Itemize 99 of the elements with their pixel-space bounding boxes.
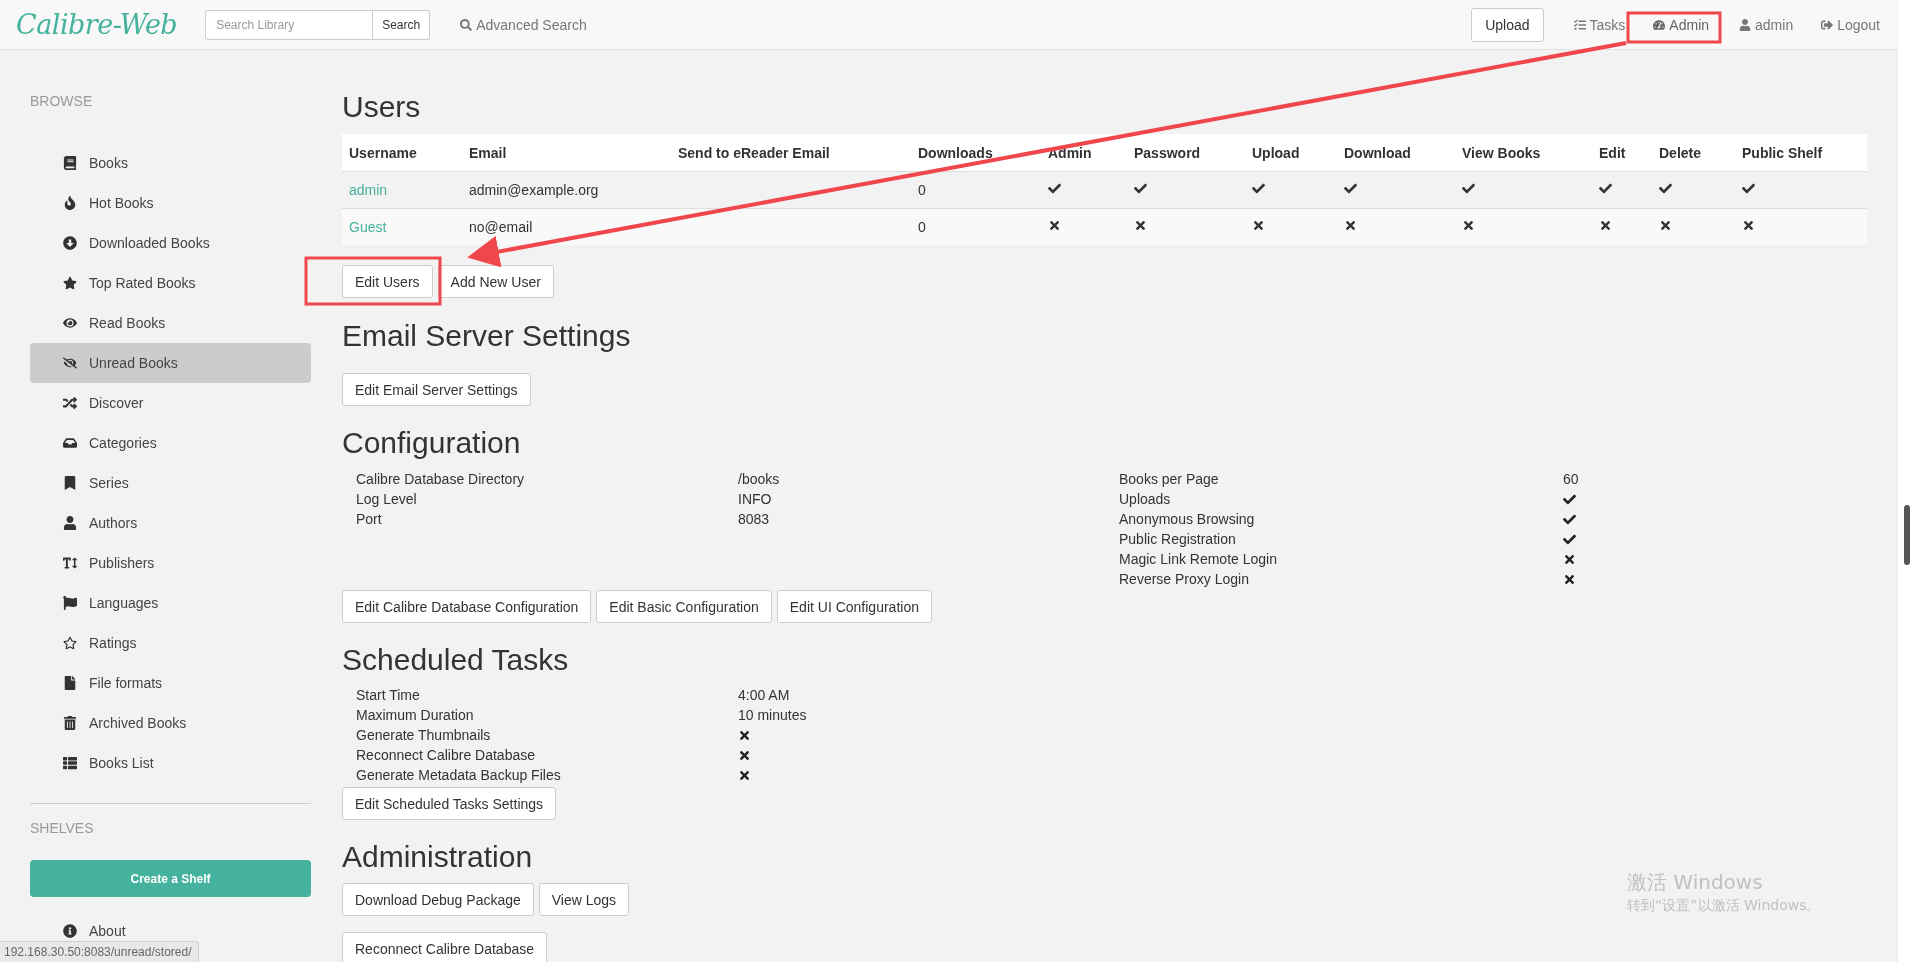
setting-label: Generate Metadata Backup Files xyxy=(356,766,562,785)
sidebar-item[interactable]: Archived Books xyxy=(30,703,311,743)
column-header: Public Shelf xyxy=(1735,134,1867,172)
column-header: Email xyxy=(462,134,671,172)
setting-label: Maximum Duration xyxy=(356,706,475,725)
action-button[interactable]: Edit UI Configuration xyxy=(776,590,932,623)
section-title: Scheduled Tasks xyxy=(342,642,569,678)
star-outline-icon xyxy=(63,636,77,650)
search-icon xyxy=(460,18,473,31)
sidebar-item[interactable]: Top Rated Books xyxy=(30,263,311,303)
status-url: 192.168.30.50:8083/unread/stored/ xyxy=(0,941,199,962)
column-header: Delete xyxy=(1652,134,1735,172)
inbox-icon xyxy=(63,436,77,450)
section-title: Administration xyxy=(342,839,533,875)
section-heading: BROWSE xyxy=(30,93,94,111)
section-heading: SHELVES xyxy=(30,820,95,838)
setting-value: 10 minutes xyxy=(738,706,808,725)
book-icon xyxy=(63,156,77,170)
shuffle-icon xyxy=(63,396,77,410)
upload-button[interactable]: Upload xyxy=(1471,7,1544,42)
setting-label: Books per Page xyxy=(1119,470,1220,489)
table-cell: 0 xyxy=(918,182,926,198)
nav-link[interactable]: Admin xyxy=(1653,16,1710,33)
text-height-icon xyxy=(63,556,77,570)
sidebar-item[interactable]: Books List xyxy=(30,743,311,783)
column-header: Download xyxy=(1337,134,1455,172)
column-header: View Books xyxy=(1455,134,1592,172)
action-button[interactable]: Edit Email Server Settings xyxy=(342,373,531,406)
setting-label: Public Registration xyxy=(1119,530,1237,549)
nav-link[interactable]: Tasks xyxy=(1573,16,1626,33)
search-button[interactable]: Search xyxy=(373,9,431,40)
setting-value: /books xyxy=(738,470,781,489)
action-button[interactable]: Reconnect Calibre Database xyxy=(342,932,547,962)
sidebar-item[interactable]: Unread Books xyxy=(30,343,311,383)
action-button[interactable]: Edit Calibre Database Configuration xyxy=(342,590,592,623)
sidebar-item[interactable]: Downloaded Books xyxy=(30,223,311,263)
table-cell: 0 xyxy=(918,219,926,235)
setting-label: Generate Thumbnails xyxy=(356,726,492,745)
eye-slash-icon xyxy=(63,356,77,370)
advanced-search-link[interactable]: Advanced Search xyxy=(460,16,587,33)
sidebar-item[interactable]: Series xyxy=(30,463,311,503)
table-cell: no@email xyxy=(469,219,533,235)
action-button[interactable]: Edit Basic Configuration xyxy=(596,590,772,623)
setting-label: Log Level xyxy=(356,490,418,509)
nav-link[interactable]: admin xyxy=(1739,16,1794,33)
sidebar-item[interactable]: Categories xyxy=(30,423,311,463)
action-button[interactable]: Edit Scheduled Tasks Settings xyxy=(342,787,557,820)
trash-icon xyxy=(63,716,77,730)
column-header: Upload xyxy=(1245,134,1337,172)
section-title: Users xyxy=(342,89,421,125)
sidebar-item[interactable]: Hot Books xyxy=(30,183,311,223)
scrollbar[interactable] xyxy=(1897,0,1912,962)
action-button[interactable]: Add New User xyxy=(437,265,554,298)
setting-label: Magic Link Remote Login xyxy=(1119,550,1278,569)
sidebar-item[interactable]: Discover xyxy=(30,383,311,423)
setting-label: Uploads xyxy=(1119,490,1172,509)
logout-icon xyxy=(1821,18,1834,31)
column-header: Username xyxy=(342,134,462,172)
column-header: Downloads xyxy=(911,134,1041,172)
setting-label: Reverse Proxy Login xyxy=(1119,570,1250,589)
section-title: Email Server Settings xyxy=(342,318,631,354)
sidebar-item[interactable]: Books xyxy=(30,143,311,183)
flag-icon xyxy=(63,596,77,610)
section-title: Configuration xyxy=(342,425,521,461)
setting-label: Start Time xyxy=(356,686,421,705)
nav-link[interactable]: Logout xyxy=(1821,16,1880,33)
info-icon xyxy=(63,924,77,938)
setting-value: 4:00 AM xyxy=(738,686,791,705)
column-header: Password xyxy=(1127,134,1245,172)
bookmark-icon xyxy=(63,476,77,490)
person-icon xyxy=(1739,18,1752,31)
sidebar-item[interactable]: Read Books xyxy=(30,303,311,343)
setting-label: Port xyxy=(356,510,383,529)
sidebar-item[interactable]: Authors xyxy=(30,503,311,543)
action-button[interactable]: Download Debug Package xyxy=(342,883,534,916)
list-icon xyxy=(63,756,77,770)
flame-icon xyxy=(63,196,77,210)
action-button[interactable]: View Logs xyxy=(538,883,630,916)
eye-icon xyxy=(63,316,77,330)
star-icon xyxy=(63,276,77,290)
search-field[interactable]: Search Library xyxy=(205,9,374,40)
setting-value: INFO xyxy=(738,490,773,509)
gauge-icon xyxy=(1653,18,1666,31)
person-icon xyxy=(63,516,77,530)
setting-value: 60 xyxy=(1563,470,1580,489)
tasks-icon xyxy=(1573,18,1586,31)
sidebar-item[interactable]: Languages xyxy=(30,583,311,623)
setting-label: Reconnect Calibre Database xyxy=(356,746,536,765)
sidebar-item[interactable]: Ratings xyxy=(30,623,311,663)
setting-label: Calibre Database Directory xyxy=(356,470,526,489)
column-header: Send to eReader Email xyxy=(671,134,911,172)
file-icon xyxy=(63,676,77,690)
setting-label: Anonymous Browsing xyxy=(1119,510,1256,529)
column-header: Edit xyxy=(1592,134,1652,172)
sidebar-item[interactable]: File formats xyxy=(30,663,311,703)
sidebar-item[interactable]: Publishers xyxy=(30,543,311,583)
table-cell: admin@example.org xyxy=(469,182,599,198)
setting-value: 8083 xyxy=(738,510,771,529)
action-button[interactable]: Edit Users xyxy=(342,265,433,298)
